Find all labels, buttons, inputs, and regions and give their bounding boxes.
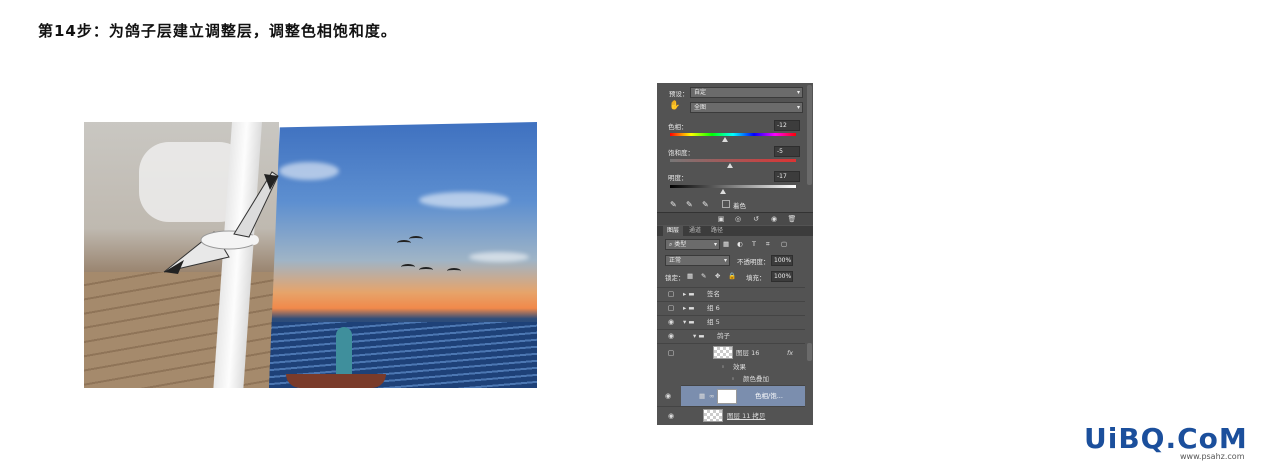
layers-tab-bar: 图层 通道 路径 bbox=[657, 226, 813, 236]
properties-toolbar: ▣ ◎ ↺ ◉ 🗑 bbox=[657, 212, 813, 225]
visibility-toggle-empty[interactable]: ▢ bbox=[665, 302, 677, 315]
tab-paths[interactable]: 路径 bbox=[707, 226, 727, 236]
folder-icon: ▸ ▬ bbox=[683, 304, 695, 312]
eye-icon[interactable]: ◉ bbox=[665, 330, 677, 343]
layer-name: 组 6 bbox=[707, 304, 720, 312]
lightness-label: 明度： bbox=[668, 174, 688, 182]
trash-icon[interactable]: 🗑 bbox=[786, 214, 798, 224]
layer-name: 签名 bbox=[707, 290, 720, 298]
saturation-input[interactable]: -5 bbox=[774, 146, 800, 157]
tab-layers[interactable]: 图层 bbox=[663, 226, 684, 236]
folder-open-icon: ▾ ▬ bbox=[683, 318, 695, 326]
flying-gull bbox=[401, 264, 415, 270]
lock-transparent-icon[interactable]: ▦ bbox=[687, 272, 693, 280]
photoshop-panel: 预设： 自定 ✋ 全图 色相： -12 饱和度： -5 明度： -17 ✎ ✎ … bbox=[657, 83, 813, 425]
tab-channels[interactable]: 通道 bbox=[685, 226, 705, 236]
watermark-logo: UiBQ.CoM bbox=[1084, 422, 1248, 455]
lock-all-icon[interactable]: 🔒 bbox=[728, 272, 736, 280]
saturation-label: 饱和度： bbox=[668, 149, 694, 157]
layer-filter-dropdown[interactable]: ⌕ 类型 bbox=[665, 239, 720, 250]
adjustment-icon: ▦ bbox=[699, 392, 706, 400]
channel-dropdown[interactable]: 全图 bbox=[690, 102, 803, 113]
layer-row-group5[interactable]: ◉ ▾ ▬ 组 5 bbox=[657, 315, 805, 329]
saturation-slider[interactable] bbox=[670, 159, 796, 162]
filter-shape-icon[interactable]: ⌗ bbox=[766, 240, 770, 249]
filter-kind-value: 类型 bbox=[674, 241, 687, 248]
layer-row-layer16[interactable]: ▢ 图层 16 fx bbox=[657, 343, 805, 362]
folder-icon: ▸ ▬ bbox=[683, 290, 695, 298]
eyedropper-icon[interactable]: ✎ bbox=[670, 200, 677, 209]
cloud bbox=[419, 192, 509, 208]
layer-thumbnail bbox=[703, 409, 723, 422]
flying-gull bbox=[419, 267, 433, 273]
eye-icon[interactable]: ◉ bbox=[665, 407, 677, 425]
preset-label: 预设： bbox=[669, 90, 689, 98]
visibility-icon[interactable]: ◉ bbox=[768, 214, 780, 224]
fill-input[interactable]: 100% bbox=[771, 271, 793, 282]
colorize-checkbox[interactable] bbox=[722, 200, 730, 208]
blend-mode-dropdown[interactable]: 正常 bbox=[665, 255, 730, 266]
preset-dropdown[interactable]: 自定 bbox=[690, 87, 803, 98]
layer-row-dove-group[interactable]: ◉ ▾ ▬ 鸽子 bbox=[657, 329, 805, 343]
properties-scrollbar[interactable] bbox=[807, 85, 812, 185]
visibility-toggle-empty[interactable]: ▢ bbox=[665, 288, 677, 301]
saturation-slider-knob[interactable] bbox=[727, 163, 734, 168]
view-previous-icon[interactable]: ◎ bbox=[732, 214, 744, 224]
opacity-label: 不透明度： bbox=[737, 258, 770, 266]
hand-icon[interactable]: ✋ bbox=[669, 101, 680, 111]
eyedropper-minus-icon[interactable]: ✎ bbox=[702, 200, 709, 209]
flying-gull bbox=[409, 236, 423, 242]
layer-name: 色相/饱... bbox=[755, 392, 783, 400]
lock-paint-icon[interactable]: ✎ bbox=[701, 272, 706, 280]
filter-smart-icon[interactable]: ▢ bbox=[781, 240, 787, 248]
colorize-label: 着色 bbox=[733, 202, 746, 210]
layer-row-group6[interactable]: ▢ ▸ ▬ 组 6 bbox=[657, 301, 805, 315]
lock-move-icon[interactable]: ✥ bbox=[715, 272, 720, 280]
hue-input[interactable]: -12 bbox=[774, 120, 800, 131]
layer-row-layer11-copy[interactable]: ◉ 图层 11 拷贝 bbox=[657, 406, 805, 425]
hue-slider-knob[interactable] bbox=[722, 137, 729, 142]
lightness-input[interactable]: -17 bbox=[774, 171, 800, 182]
layer-thumbnail bbox=[713, 346, 733, 359]
search-icon: ⌕ bbox=[669, 241, 673, 248]
seascape-photo bbox=[269, 122, 537, 388]
visibility-toggle-empty[interactable]: ▢ bbox=[665, 344, 677, 362]
layer-row-signature[interactable]: ▢ ▸ ▬ 签名 bbox=[657, 287, 805, 301]
composite-illustration bbox=[84, 122, 537, 388]
hue-slider[interactable] bbox=[670, 133, 796, 136]
rowboat bbox=[286, 374, 386, 388]
layer-row-hue-saturation[interactable]: ◉ ▦ ∞ 色相/饱... bbox=[665, 385, 805, 406]
lightness-slider[interactable] bbox=[670, 185, 796, 188]
fill-label: 填充： bbox=[746, 274, 766, 282]
layer-name: 图层 11 拷贝 bbox=[727, 412, 766, 420]
opacity-input[interactable]: 100% bbox=[771, 255, 793, 266]
filter-adjust-icon[interactable]: ◐ bbox=[737, 240, 743, 248]
layer-name: 鸽子 bbox=[717, 332, 730, 340]
hue-label: 色相： bbox=[668, 123, 688, 131]
cloud bbox=[279, 162, 339, 180]
girl-figure bbox=[336, 327, 352, 377]
folder-open-icon: ▾ ▬ bbox=[693, 332, 705, 340]
flying-gull bbox=[447, 268, 461, 274]
layer-name: 组 5 bbox=[707, 318, 720, 326]
watermark-url: www.psahz.com bbox=[1180, 452, 1245, 461]
lock-label: 锁定： bbox=[665, 274, 685, 282]
link-icon: ∞ bbox=[709, 392, 715, 400]
step-heading: 第14步：为鸽子层建立调整层，调整色相饱和度。 bbox=[38, 22, 397, 40]
filter-type-icon[interactable]: T bbox=[752, 240, 756, 248]
layers-scrollbar[interactable] bbox=[807, 343, 812, 361]
clip-to-layer-icon[interactable]: ▣ bbox=[715, 214, 727, 224]
seagull-image bbox=[163, 171, 279, 274]
layer-name: 图层 16 bbox=[736, 349, 760, 357]
cloud bbox=[469, 252, 529, 262]
fx-badge[interactable]: fx bbox=[787, 344, 793, 362]
reset-icon[interactable]: ↺ bbox=[750, 214, 762, 224]
filter-pixel-icon[interactable]: ▦ bbox=[723, 240, 729, 248]
eye-icon[interactable]: ◉ bbox=[665, 386, 671, 406]
layer-mask-thumbnail bbox=[717, 389, 737, 404]
eyedropper-plus-icon[interactable]: ✎ bbox=[686, 200, 693, 209]
eye-icon[interactable]: ◉ bbox=[665, 316, 677, 329]
lightness-slider-knob[interactable] bbox=[719, 189, 726, 194]
watermark-brand: UiBQ.CoM bbox=[1084, 422, 1248, 455]
